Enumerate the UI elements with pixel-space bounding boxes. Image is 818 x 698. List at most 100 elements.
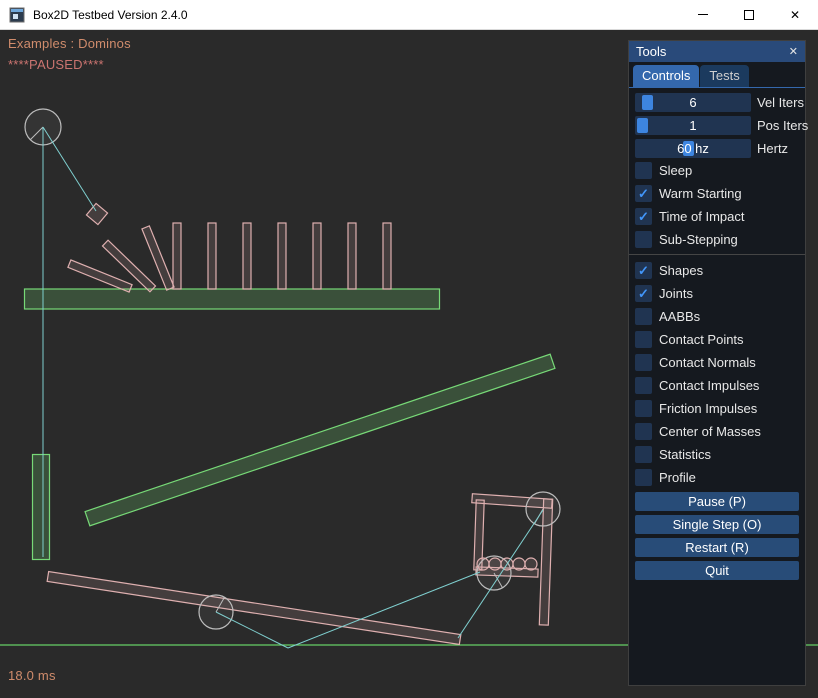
box2d-testbed-window: { "window": { "title": "Box2D Testbed Ve…	[0, 0, 818, 698]
domino[interactable]	[313, 223, 321, 289]
pause-button[interactable]: Pause (P)	[635, 492, 799, 511]
check-icon: ✓	[638, 264, 649, 277]
pos-iters-slider-label: Pos Iters	[757, 118, 808, 133]
minimize-button[interactable]	[680, 0, 726, 30]
checkbox-warm-starting[interactable]: ✓ Warm Starting	[635, 185, 799, 202]
minimize-icon	[698, 14, 708, 15]
frame-time-label: 18.0 ms	[8, 668, 56, 683]
app-icon	[9, 7, 25, 23]
tab-controls[interactable]: Controls	[633, 65, 699, 87]
checkbox-label-sub-stepping: Sub-Stepping	[659, 232, 738, 247]
vel-iters-slider[interactable]: 6	[635, 93, 751, 112]
domino[interactable]	[278, 223, 286, 289]
checkbox-friction-impulses[interactable]: Friction Impulses	[635, 400, 799, 417]
dominos-platform	[25, 289, 440, 309]
checkbox-label-profile: Profile	[659, 470, 696, 485]
ball[interactable]	[477, 558, 489, 570]
checkbox-contact-impulses[interactable]: Contact Impulses	[635, 377, 799, 394]
checkbox-box-contact-points	[635, 331, 652, 348]
check-icon: ✓	[638, 287, 649, 300]
checkbox-sleep[interactable]: Sleep	[635, 162, 799, 179]
quit-button[interactable]: Quit	[635, 561, 799, 580]
paused-label: ****PAUSED****	[8, 57, 104, 72]
vel-iters-slider-label: Vel Iters	[757, 95, 804, 110]
domino[interactable]	[243, 223, 251, 289]
checkbox-box-contact-normals	[635, 354, 652, 371]
tilted-plank[interactable]	[47, 572, 461, 645]
pos-iters-slider-value: 1	[635, 116, 751, 135]
check-icon: ✓	[638, 210, 649, 223]
checkbox-center-of-masses[interactable]: Center of Masses	[635, 423, 799, 440]
draw-checkbox-group: ✓ Shapes ✓ Joints AABBs Contact Points Contact…	[635, 262, 799, 486]
checkbox-shapes[interactable]: ✓ Shapes	[635, 262, 799, 279]
checkbox-box-joints: ✓	[635, 285, 652, 302]
hertz-slider[interactable]: 60 hz	[635, 139, 751, 158]
checkbox-box-contact-impulses	[635, 377, 652, 394]
checkbox-label-friction-impulses: Friction Impulses	[659, 401, 757, 416]
checkbox-box-shapes: ✓	[635, 262, 652, 279]
checkbox-label-contact-points: Contact Points	[659, 332, 744, 347]
domino[interactable]	[173, 223, 181, 289]
tab-bar: ControlsTests	[629, 62, 805, 88]
ball[interactable]	[525, 558, 537, 570]
checkbox-contact-points[interactable]: Contact Points	[635, 331, 799, 348]
separator	[629, 254, 805, 255]
action-button-group: Pause (P) Single Step (O) Restart (R) Quit	[635, 492, 799, 580]
tools-titlebar[interactable]: Tools ✕	[629, 41, 805, 62]
checkbox-contact-normals[interactable]: Contact Normals	[635, 354, 799, 371]
tools-panel: Tools ✕ ControlsTests 6Vel Iters1Pos Ite…	[628, 40, 806, 686]
domino[interactable]	[383, 223, 391, 289]
check-icon: ✓	[638, 187, 649, 200]
single-step-button[interactable]: Single Step (O)	[635, 515, 799, 534]
tools-content: 6Vel Iters1Pos Iters60 hzHertz Sleep✓War…	[629, 88, 805, 580]
checkbox-label-time-of-impact: Time of Impact	[659, 209, 744, 224]
solver-checkbox-group: Sleep ✓ Warm Starting ✓ Time of Impact Sub-St…	[635, 162, 799, 248]
checkbox-box-time-of-impact: ✓	[635, 208, 652, 225]
checkbox-label-shapes: Shapes	[659, 263, 703, 278]
example-label: Examples : Dominos	[8, 36, 131, 51]
slider-group: 6Vel Iters1Pos Iters60 hzHertz	[635, 93, 799, 158]
joint-line	[43, 127, 96, 211]
ball[interactable]	[513, 558, 525, 570]
pos-iters-slider-row: 1Pos Iters	[635, 116, 799, 135]
ball[interactable]	[489, 558, 501, 570]
checkbox-aabbs[interactable]: AABBs	[635, 308, 799, 325]
close-icon: ✕	[790, 9, 800, 21]
checkbox-label-statistics: Statistics	[659, 447, 711, 462]
hertz-slider-label: Hertz	[757, 141, 788, 156]
checkbox-box-aabbs	[635, 308, 652, 325]
checkbox-label-joints: Joints	[659, 286, 693, 301]
checkbox-label-warm-starting: Warm Starting	[659, 186, 742, 201]
checkbox-sub-stepping[interactable]: Sub-Stepping	[635, 231, 799, 248]
joint-line	[216, 612, 288, 648]
checkbox-box-friction-impulses	[635, 400, 652, 417]
maximize-button[interactable]	[726, 0, 772, 30]
checkbox-box-sub-stepping	[635, 231, 652, 248]
hertz-slider-row: 60 hz Hertz	[635, 139, 799, 158]
restart-button[interactable]: Restart (R)	[635, 538, 799, 557]
window-titlebar[interactable]: Box2D Testbed Version 2.4.0 ✕	[0, 0, 818, 30]
tab-tests[interactable]: Tests	[700, 65, 748, 87]
checkbox-statistics[interactable]: Statistics	[635, 446, 799, 463]
hertz-slider-value: 60 hz	[635, 139, 751, 158]
tools-close-icon[interactable]: ✕	[789, 45, 798, 58]
pendulum-box[interactable]	[86, 203, 107, 224]
checkbox-label-center-of-masses: Center of Masses	[659, 424, 761, 439]
vertical-plank	[33, 455, 50, 560]
domino[interactable]	[348, 223, 356, 289]
checkbox-label-aabbs: AABBs	[659, 309, 700, 324]
checkbox-label-contact-impulses: Contact Impulses	[659, 378, 759, 393]
checkbox-profile[interactable]: Profile	[635, 469, 799, 486]
maximize-icon	[744, 10, 754, 20]
checkbox-label-contact-normals: Contact Normals	[659, 355, 756, 370]
domino[interactable]	[208, 223, 216, 289]
tools-title: Tools	[636, 44, 666, 59]
pos-iters-slider[interactable]: 1	[635, 116, 751, 135]
checkbox-box-warm-starting: ✓	[635, 185, 652, 202]
checkbox-label-sleep: Sleep	[659, 163, 692, 178]
close-button[interactable]: ✕	[772, 0, 818, 30]
checkbox-joints[interactable]: ✓ Joints	[635, 285, 799, 302]
checkbox-box-profile	[635, 469, 652, 486]
checkbox-time-of-impact[interactable]: ✓ Time of Impact	[635, 208, 799, 225]
window-controls: ✕	[680, 0, 818, 30]
